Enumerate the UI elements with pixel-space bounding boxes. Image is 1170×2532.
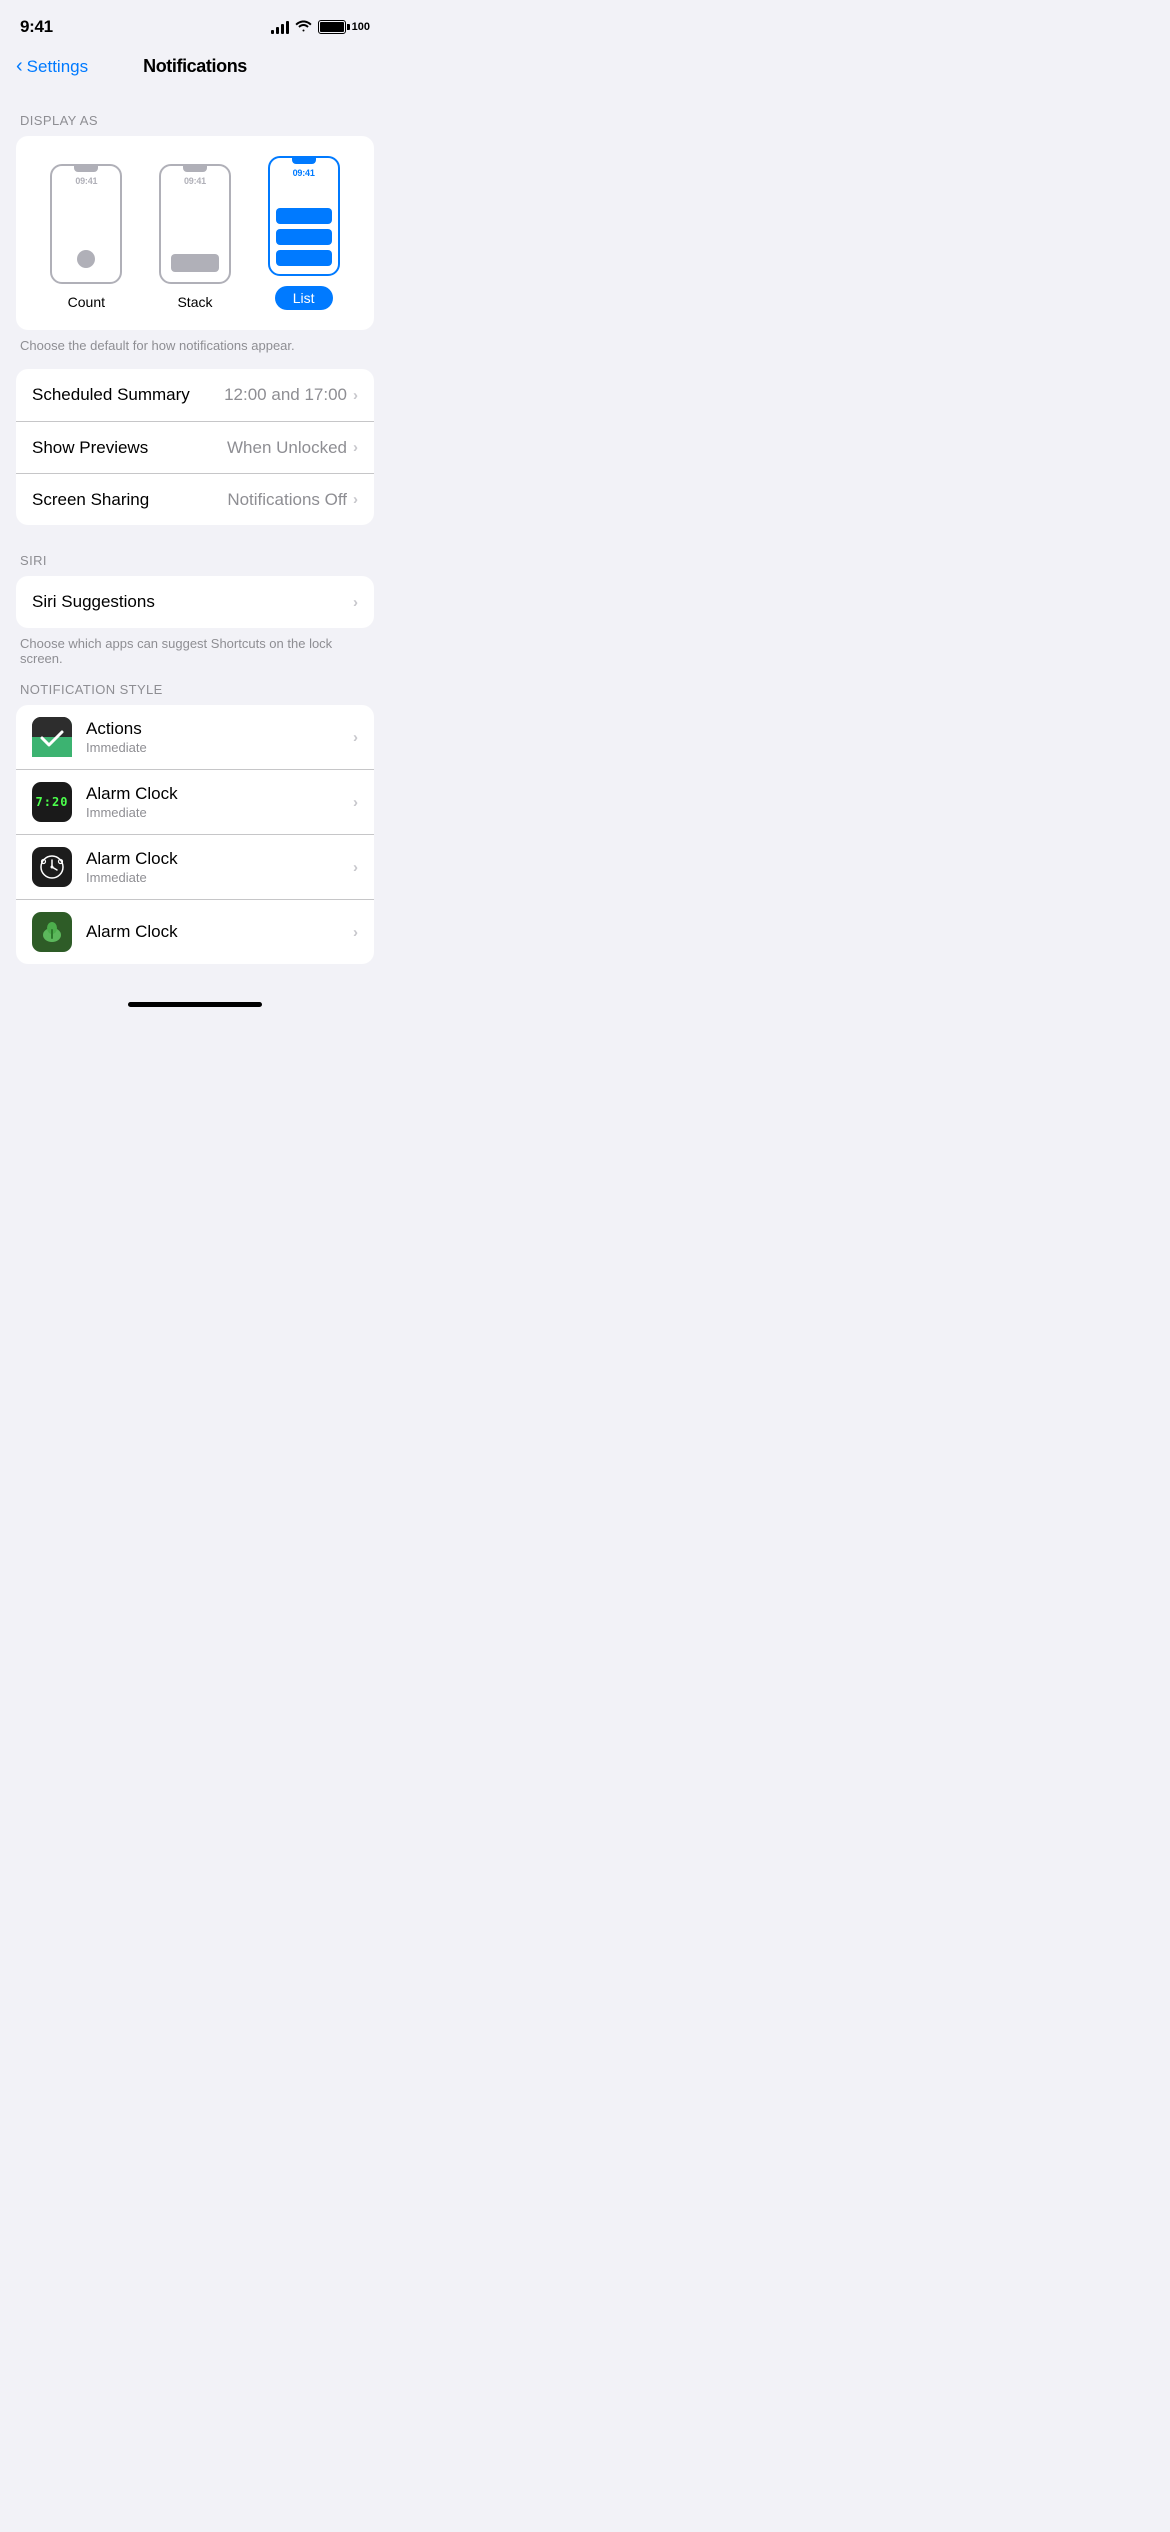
alarmclock3-icon	[32, 912, 72, 952]
actions-chevron: ›	[353, 729, 358, 746]
siri-caption: Choose which apps can suggest Shortcuts …	[0, 628, 390, 666]
show-previews-right: When Unlocked ›	[227, 438, 358, 458]
back-chevron-icon: ‹	[16, 56, 23, 76]
scheduled-summary-row[interactable]: Scheduled Summary 12:00 and 17:00 ›	[16, 369, 374, 421]
scheduled-summary-value: 12:00 and 17:00	[224, 385, 347, 405]
screen-sharing-chevron: ›	[353, 491, 358, 508]
actions-app-icon	[32, 717, 72, 757]
siri-suggestions-row[interactable]: Siri Suggestions ›	[16, 576, 374, 628]
count-badge	[77, 250, 95, 268]
count-phone-time: 09:41	[75, 176, 97, 186]
list-label-selected: List	[275, 286, 333, 310]
display-option-count[interactable]: 09:41 Count	[50, 164, 122, 310]
nav-header: ‹ Settings Notifications	[0, 48, 390, 93]
screen-sharing-row[interactable]: Screen Sharing Notifications Off ›	[16, 473, 374, 525]
home-indicator	[0, 994, 390, 1011]
list-rects	[276, 208, 332, 266]
alarmclock3-info: Alarm Clock	[86, 922, 353, 943]
siri-suggestions-right: ›	[353, 594, 358, 611]
siri-card: Siri Suggestions ›	[16, 576, 374, 628]
alarmclock1-chevron: ›	[353, 794, 358, 811]
list-notch	[292, 158, 316, 164]
alarmclock1-icon: 7:20	[32, 782, 72, 822]
count-phone-mockup: 09:41	[50, 164, 122, 284]
content: DISPLAY AS 09:41 Count 09:41 Stack 09:	[0, 113, 390, 994]
siri-suggestions-chevron: ›	[353, 594, 358, 611]
screen-sharing-right: Notifications Off ›	[227, 490, 358, 510]
list-rect-2	[276, 229, 332, 245]
screen-sharing-value: Notifications Off	[227, 490, 347, 510]
battery-icon: 100	[318, 20, 370, 34]
page-title: Notifications	[143, 56, 247, 77]
list-phone-time: 09:41	[293, 168, 315, 178]
alarmclock3-name: Alarm Clock	[86, 922, 353, 942]
scheduled-summary-chevron: ›	[353, 387, 358, 404]
display-as-caption: Choose the default for how notifications…	[0, 330, 390, 353]
alarmclock2-info: Alarm Clock Immediate	[86, 849, 353, 885]
back-button[interactable]: ‹ Settings	[16, 57, 88, 77]
display-option-stack[interactable]: 09:41 Stack	[159, 164, 231, 310]
notification-style-card: Actions Immediate › 7:20 Alarm Clock Imm…	[16, 705, 374, 964]
alarmclock2-icon	[32, 847, 72, 887]
scheduled-summary-right: 12:00 and 17:00 ›	[224, 385, 358, 405]
list-rect-1	[276, 208, 332, 224]
list-rect-3	[276, 250, 332, 266]
wifi-icon	[295, 19, 312, 36]
app-row-actions[interactable]: Actions Immediate ›	[16, 705, 374, 769]
list-phone-mockup: 09:41	[268, 156, 340, 276]
siri-section-label: SIRI	[0, 553, 390, 568]
alarmclock1-info: Alarm Clock Immediate	[86, 784, 353, 820]
scheduled-summary-label: Scheduled Summary	[32, 385, 190, 405]
stack-rect	[171, 254, 219, 272]
show-previews-chevron: ›	[353, 439, 358, 456]
count-notch	[74, 166, 98, 172]
stack-label: Stack	[177, 294, 212, 310]
alarmclock2-chevron: ›	[353, 859, 358, 876]
alarmclock2-name: Alarm Clock	[86, 849, 353, 869]
actions-name: Actions	[86, 719, 353, 739]
stack-phone-mockup: 09:41	[159, 164, 231, 284]
settings-card: Scheduled Summary 12:00 and 17:00 › Show…	[16, 369, 374, 525]
stack-phone-time: 09:41	[184, 176, 206, 186]
actions-info: Actions Immediate	[86, 719, 353, 755]
siri-suggestions-label: Siri Suggestions	[32, 592, 155, 612]
status-icons: 100	[271, 19, 370, 36]
screen-sharing-label: Screen Sharing	[32, 490, 149, 510]
count-label: Count	[68, 294, 105, 310]
display-as-card: 09:41 Count 09:41 Stack 09:41	[16, 136, 374, 330]
notification-style-label: NOTIFICATION STYLE	[0, 682, 390, 697]
show-previews-value: When Unlocked	[227, 438, 347, 458]
alarmclock3-chevron: ›	[353, 924, 358, 941]
signal-icon	[271, 21, 289, 34]
alarmclock1-name: Alarm Clock	[86, 784, 353, 804]
actions-sub: Immediate	[86, 740, 353, 755]
home-bar	[128, 1002, 262, 1007]
app-row-alarmclock3[interactable]: Alarm Clock ›	[16, 899, 374, 964]
back-label: Settings	[27, 57, 88, 77]
status-bar: 9:41 100	[0, 0, 390, 48]
display-as-label: DISPLAY AS	[0, 113, 390, 128]
stack-notch	[183, 166, 207, 172]
display-option-list[interactable]: 09:41 List	[268, 156, 340, 310]
status-time: 9:41	[20, 17, 53, 37]
alarmclock2-sub: Immediate	[86, 870, 353, 885]
app-row-alarmclock2[interactable]: Alarm Clock Immediate ›	[16, 834, 374, 899]
show-previews-label: Show Previews	[32, 438, 148, 458]
show-previews-row[interactable]: Show Previews When Unlocked ›	[16, 421, 374, 473]
app-row-alarmclock1[interactable]: 7:20 Alarm Clock Immediate ›	[16, 769, 374, 834]
alarmclock1-sub: Immediate	[86, 805, 353, 820]
